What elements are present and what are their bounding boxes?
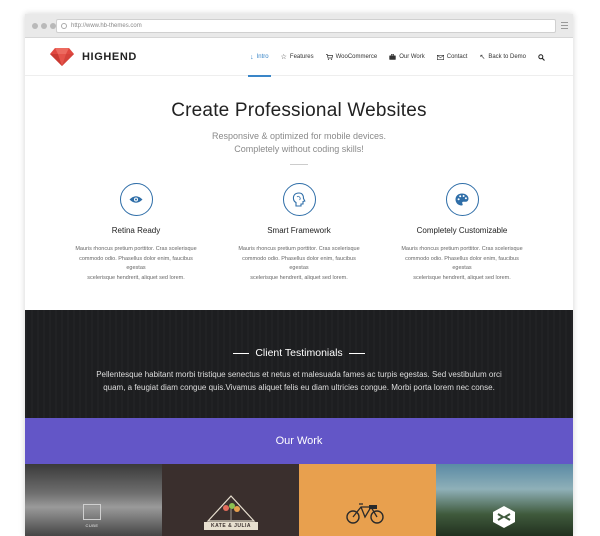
testimonials-section: Client Testimonials Pellentesque habitan… bbox=[25, 310, 573, 418]
nav-item-intro[interactable]: ↓ Intro bbox=[244, 38, 275, 77]
nav-label: Our Work bbox=[399, 54, 425, 60]
site-header: HIGHEND ↓ Intro ☆ Features WooCommerce O… bbox=[25, 38, 573, 77]
feature-text: Mauris rhoncus pretium porttitor. Cras s… bbox=[401, 246, 523, 281]
features-row: Retina Ready Mauris rhoncus pretium port… bbox=[25, 165, 573, 283]
star-icon: ☆ bbox=[280, 53, 287, 61]
site-logo[interactable]: HIGHEND bbox=[49, 47, 137, 67]
briefcase-icon bbox=[389, 54, 396, 60]
nav-item-back-to-demo[interactable]: ↖ Back to Demo bbox=[473, 38, 532, 76]
hero-title: Create Professional Websites bbox=[171, 100, 427, 121]
browser-window: http://www.hb-themes.com HIGHEND ↓ Intro… bbox=[25, 14, 573, 536]
browser-chrome: http://www.hb-themes.com bbox=[25, 14, 573, 38]
our-work-title: Our Work bbox=[275, 435, 323, 447]
address-bar[interactable]: http://www.hb-themes.com bbox=[56, 19, 556, 33]
feature-completely-customizable: Completely Customizable Mauris rhoncus p… bbox=[397, 183, 527, 283]
cart-icon bbox=[325, 54, 333, 60]
brand-name: HIGHEND bbox=[82, 51, 137, 63]
portfolio-caption: CUBE bbox=[85, 523, 99, 528]
feature-text: Mauris rhoncus pretium porttitor. Cras s… bbox=[238, 246, 360, 281]
testimonials-title: Client Testimonials bbox=[255, 347, 343, 359]
our-work-band: Our Work bbox=[25, 418, 573, 464]
search-icon bbox=[538, 53, 545, 61]
palette-icon bbox=[455, 193, 469, 206]
ruby-gem-icon bbox=[50, 48, 74, 66]
arrow-down-icon: ↓ bbox=[250, 53, 254, 61]
hero-subtitle-line: Responsive & optimized for mobile device… bbox=[211, 131, 387, 141]
feature-title: Retina Ready bbox=[111, 226, 161, 235]
feature-icon-circle bbox=[119, 183, 153, 216]
hero-subtitle-line: Completely without coding skills! bbox=[234, 144, 364, 154]
feature-smart-framework: Smart Framework Mauris rhoncus pretium p… bbox=[234, 183, 364, 283]
feature-title: Completely Customizable bbox=[416, 226, 508, 235]
main-nav: ↓ Intro ☆ Features WooCommerce Our Work … bbox=[244, 38, 551, 77]
feature-retina-ready: Retina Ready Mauris rhoncus pretium port… bbox=[71, 183, 201, 283]
nav-label: Back to Demo bbox=[488, 54, 526, 60]
brand-mark-icon bbox=[493, 506, 515, 528]
hero-section: Create Professional Websites Responsive … bbox=[25, 76, 573, 165]
window-controls bbox=[32, 23, 56, 29]
portfolio-item-bicycle[interactable] bbox=[299, 464, 436, 536]
globe-icon bbox=[61, 23, 67, 29]
heading-rule bbox=[348, 352, 365, 354]
envelope-icon bbox=[436, 54, 444, 60]
feature-text: Mauris rhoncus pretium porttitor. Cras s… bbox=[75, 246, 197, 281]
search-button[interactable] bbox=[532, 38, 551, 76]
testimonials-heading: Client Testimonials bbox=[25, 347, 573, 359]
nav-item-contact[interactable]: Contact bbox=[431, 38, 474, 76]
window-dot[interactable] bbox=[32, 23, 38, 29]
hero-subtitle: Responsive & optimized for mobile device… bbox=[25, 130, 573, 156]
hamburger-menu-icon[interactable] bbox=[561, 22, 568, 31]
brain-icon bbox=[292, 192, 306, 207]
feature-icon-circle bbox=[282, 183, 316, 216]
back-arrow-icon: ↖ bbox=[479, 53, 486, 61]
nav-item-our-work[interactable]: Our Work bbox=[383, 38, 431, 76]
testimonial-quote: Pellentesque habitant morbi tristique se… bbox=[96, 370, 502, 392]
address-url: http://www.hb-themes.com bbox=[71, 23, 142, 29]
cube-logo-icon bbox=[83, 504, 101, 520]
feature-icon-circle bbox=[445, 183, 479, 216]
nav-item-features[interactable]: ☆ Features bbox=[275, 38, 320, 76]
eye-icon bbox=[129, 196, 143, 203]
window-dot[interactable] bbox=[41, 23, 47, 29]
portfolio-item-cube[interactable]: CUBE bbox=[25, 464, 162, 536]
feature-title: Smart Framework bbox=[267, 226, 331, 235]
heading-rule bbox=[233, 352, 250, 354]
nav-label: Features bbox=[289, 54, 314, 60]
mountain-balloon-icon bbox=[206, 495, 256, 522]
nav-item-woocommerce[interactable]: WooCommerce bbox=[320, 38, 384, 76]
portfolio-item-landscape[interactable] bbox=[436, 464, 573, 536]
nav-label: Contact bbox=[446, 54, 468, 60]
portfolio-caption: KATE & JULIA bbox=[204, 522, 258, 530]
nav-label: WooCommerce bbox=[335, 54, 378, 60]
portfolio-grid: CUBE KATE & JULIA bbox=[25, 464, 573, 536]
bicycle-icon bbox=[346, 503, 384, 524]
portfolio-item-kate-julia[interactable]: KATE & JULIA bbox=[162, 464, 299, 536]
nav-label: Intro bbox=[256, 54, 269, 60]
